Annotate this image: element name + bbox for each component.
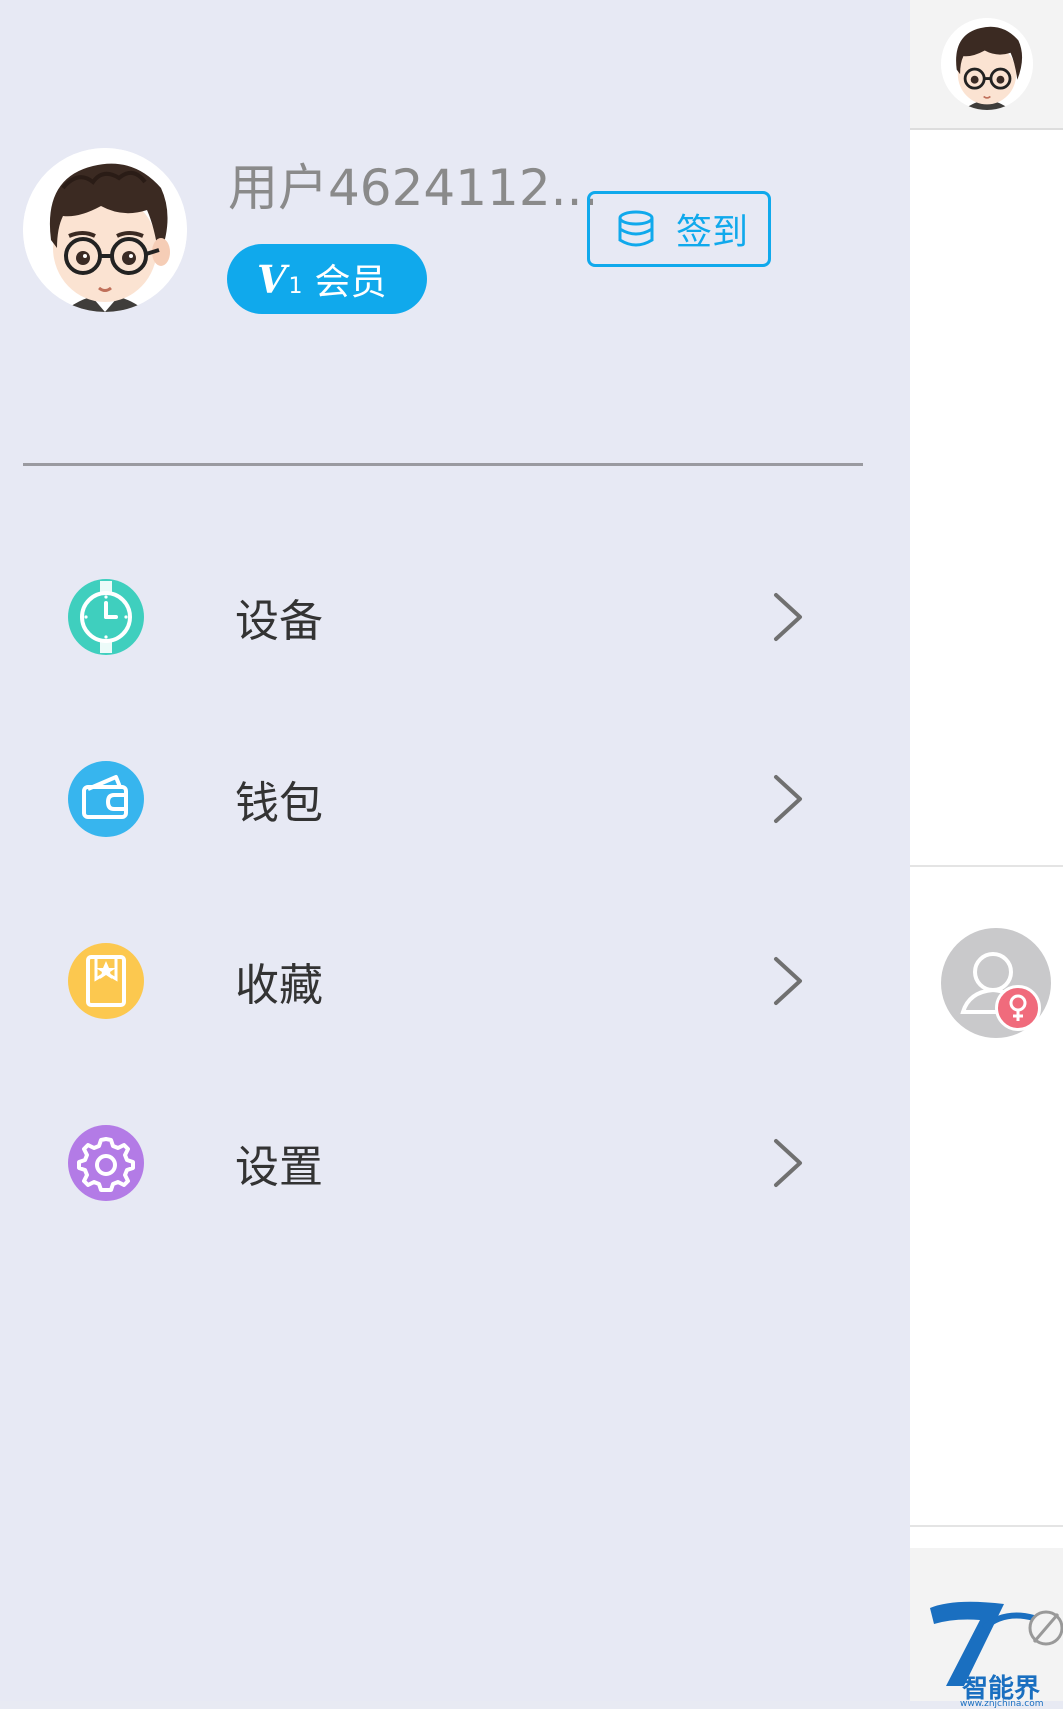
header-divider [23,463,863,466]
header-avatar[interactable] [941,18,1033,110]
watch-icon [68,579,144,655]
vip-level-number: 1 [288,273,303,299]
navigation-drawer: 用户4624112... V1 会员 签到 设备 钱包 收藏 设置 [0,0,910,1701]
menu-item-wallet[interactable]: 钱包 [0,719,840,879]
member-level-badge[interactable]: V1 会员 [227,244,427,314]
background-page-header [910,0,1063,130]
coin-stack-icon [618,210,654,247]
bookmark-star-icon [68,943,144,1019]
background-divider [910,1525,1063,1527]
vip-level-mark: V1 [257,257,302,302]
menu-label-settings: 设置 [235,1142,323,1193]
menu-label-favorites: 收藏 [235,960,323,1011]
chevron-right-icon [774,775,802,823]
chevron-right-icon [774,957,802,1005]
chevron-right-icon [774,1139,802,1187]
background-footer: 智能界 www.znjchina.com [910,1548,1063,1709]
chevron-right-icon [774,593,802,641]
vip-level-letter: V [257,256,287,302]
background-divider [910,865,1063,867]
member-label: 会员 [314,262,387,303]
menu-label-devices: 设备 [235,596,323,647]
checkin-label: 签到 [676,212,749,253]
menu-item-settings[interactable]: 设置 [0,1083,840,1243]
menu-item-favorites[interactable]: 收藏 [0,901,840,1061]
checkin-button[interactable]: 签到 [587,191,771,267]
menu-item-devices[interactable]: 设备 [0,537,840,697]
cartoon-boy-avatar-icon [941,18,1033,110]
username-label: 用户4624112... [228,159,599,217]
menu-label-wallet: 钱包 [235,778,323,829]
user-avatar[interactable] [23,148,187,312]
wallet-icon [68,761,144,837]
cartoon-boy-avatar-icon [23,148,187,312]
gear-icon [68,1125,144,1201]
background-page[interactable]: 智能界 www.znjchina.com [910,0,1063,1709]
female-gender-icon [995,985,1041,1031]
